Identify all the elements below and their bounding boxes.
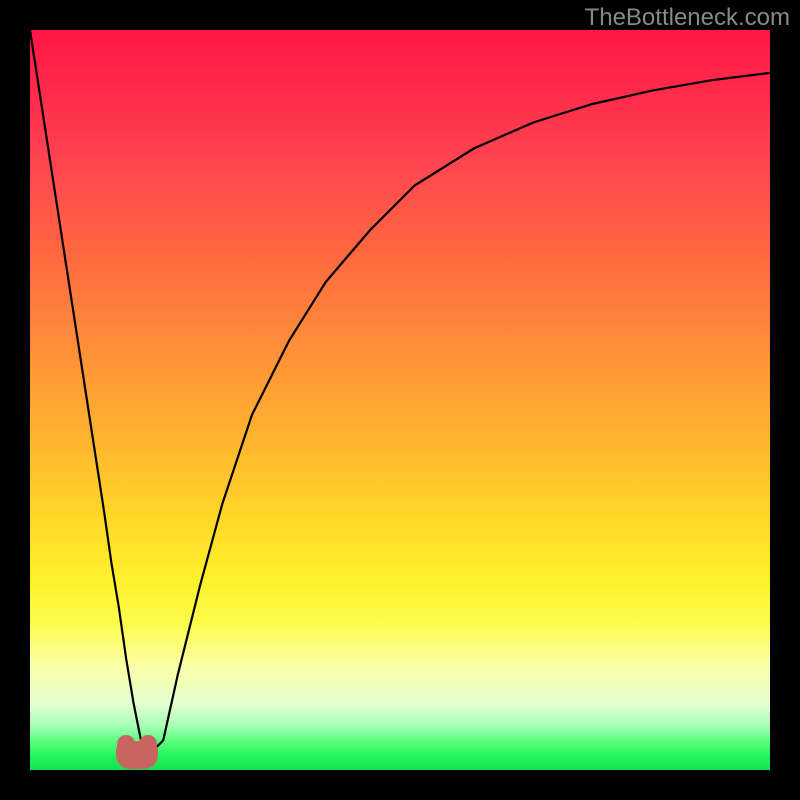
curve-svg: [30, 30, 770, 770]
optimal-marker: [116, 741, 158, 769]
bottleneck-curve: [30, 30, 770, 755]
watermark-text: TheBottleneck.com: [585, 4, 790, 32]
chart-container: TheBottleneck.com: [0, 0, 800, 800]
plot-area: [30, 30, 770, 770]
